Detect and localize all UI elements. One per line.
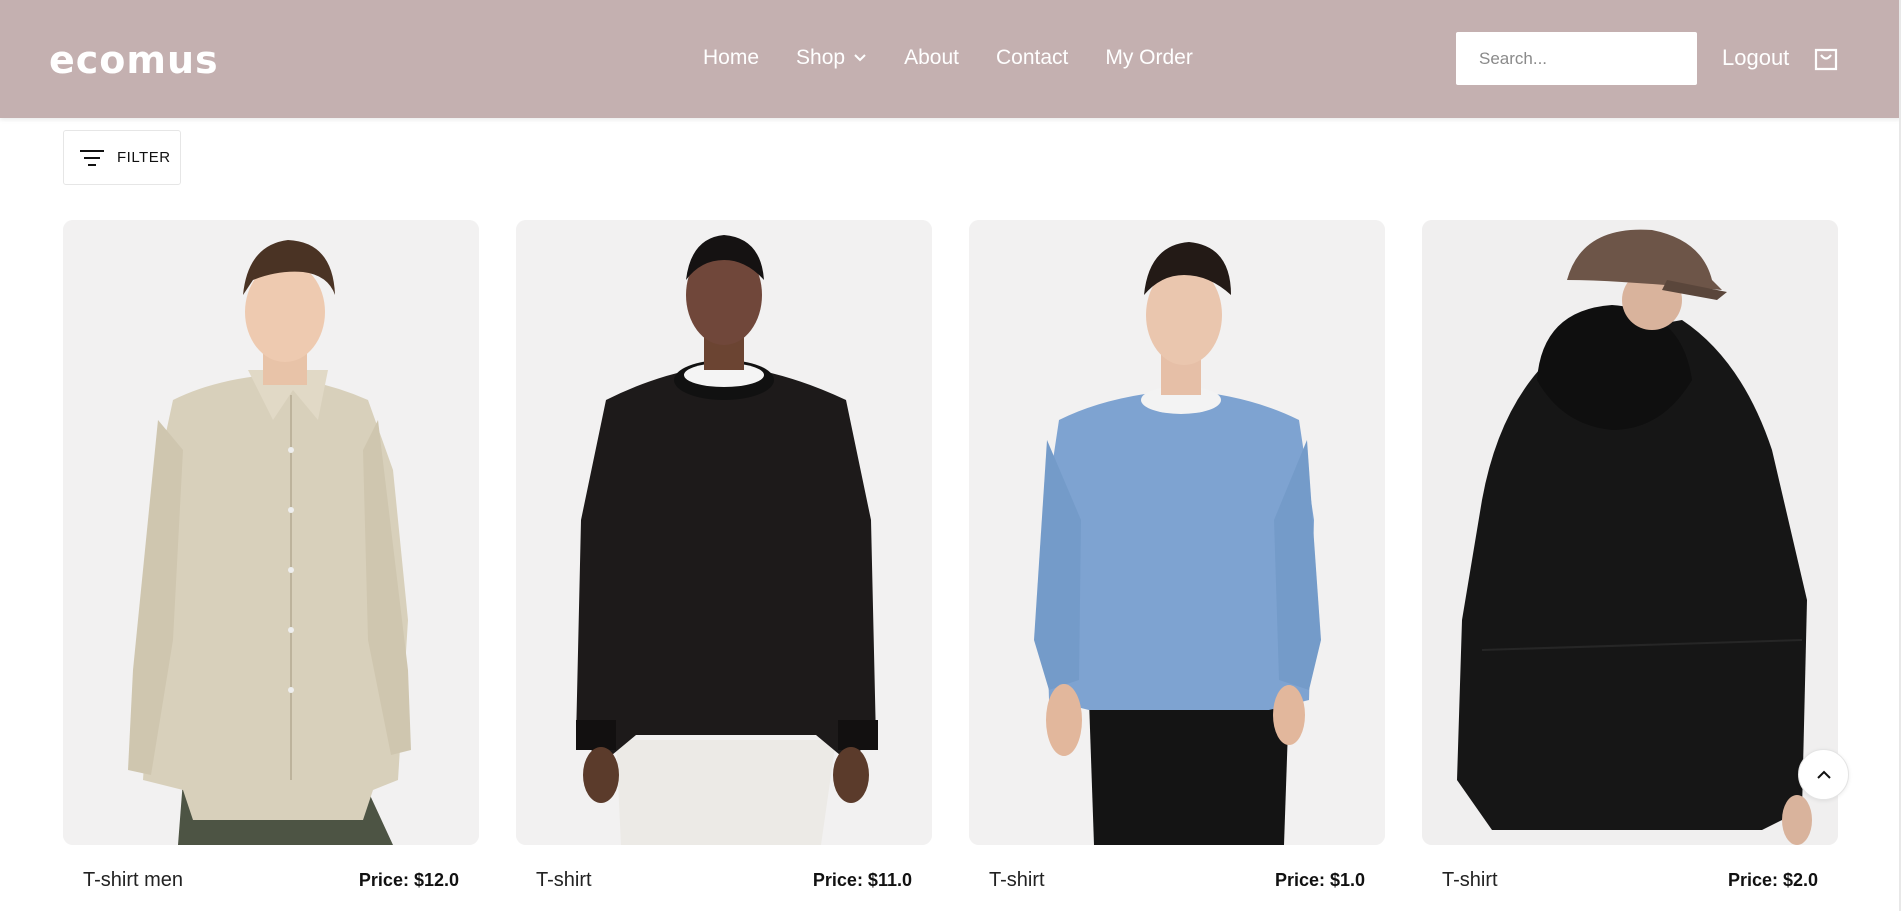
product-card[interactable]: T-shirt Price: $11.0 <box>516 220 932 905</box>
product-price: Price: $11.0 <box>812 870 912 890</box>
nav-shop[interactable]: Shop <box>796 44 867 72</box>
nav-about[interactable]: About <box>904 44 959 72</box>
product-meta: T-shirt Price: $2.0 <box>1422 865 1838 905</box>
man-blue-sweater-image <box>969 220 1385 845</box>
product-name[interactable]: T-shirt <box>1442 869 1498 892</box>
chevron-up-icon <box>1816 770 1831 779</box>
scroll-to-top-button[interactable] <box>1798 749 1849 800</box>
man-black-hooded-jacket-image <box>1422 220 1838 845</box>
filter-label: FILTER <box>117 149 171 166</box>
chevron-down-icon <box>854 54 866 62</box>
nav-home-label: Home <box>703 46 760 69</box>
nav-my-order-label: My Order <box>1105 46 1193 69</box>
filter-lines-icon <box>80 149 104 166</box>
nav-about-label: About <box>904 46 959 69</box>
man-black-sweatshirt-image <box>516 220 932 845</box>
product-meta: T-shirt Price: $11.0 <box>516 865 932 905</box>
filter-button[interactable]: FILTER <box>63 130 181 185</box>
product-meta: T-shirt men Price: $12.0 <box>63 865 479 905</box>
nav-contact[interactable]: Contact <box>996 44 1068 72</box>
product-image[interactable] <box>63 220 479 845</box>
nav-my-order[interactable]: My Order <box>1105 44 1193 72</box>
product-name[interactable]: T-shirt men <box>83 869 183 892</box>
product-name[interactable]: T-shirt <box>989 869 1045 892</box>
product-card[interactable]: T-shirt Price: $2.0 <box>1422 220 1838 905</box>
product-price: Price: $12.0 <box>358 870 459 890</box>
product-meta: T-shirt Price: $1.0 <box>969 865 1385 905</box>
man-beige-shirt-image <box>63 220 479 845</box>
site-header: ecomus Home Shop About Contact My Order … <box>0 0 1901 118</box>
product-image[interactable] <box>969 220 1385 845</box>
logout-link[interactable]: Logout <box>1722 44 1789 72</box>
main-nav: Home Shop About Contact My Order <box>703 44 1193 72</box>
search-input[interactable] <box>1456 32 1697 85</box>
nav-shop-label: Shop <box>796 46 846 69</box>
nav-contact-label: Contact <box>995 46 1069 69</box>
product-price: Price: $2.0 <box>1727 870 1818 890</box>
product-card[interactable]: T-shirt Price: $1.0 <box>969 220 1385 905</box>
logo[interactable]: ecomus <box>49 40 219 80</box>
product-image[interactable] <box>516 220 932 845</box>
product-name[interactable]: T-shirt <box>536 869 592 892</box>
shopping-bag-icon[interactable] <box>1813 46 1839 72</box>
product-price: Price: $1.0 <box>1274 870 1365 890</box>
nav-home[interactable]: Home <box>703 44 759 72</box>
product-image[interactable] <box>1422 220 1838 845</box>
product-card[interactable]: T-shirt men Price: $12.0 <box>63 220 479 905</box>
